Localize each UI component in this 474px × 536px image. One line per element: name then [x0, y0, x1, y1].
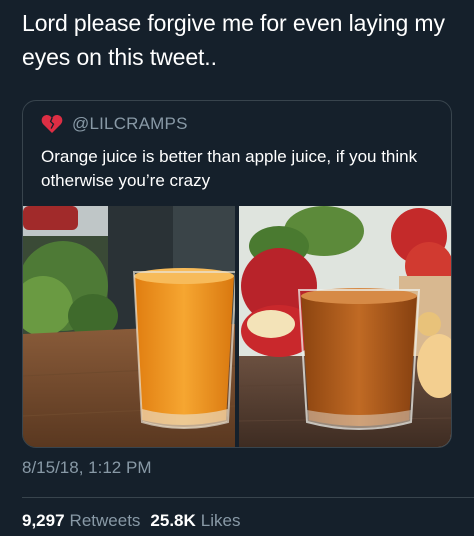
likes-label[interactable]: Likes [201, 511, 241, 531]
quoted-tweet-handle[interactable]: @LILCRAMPS [72, 114, 188, 134]
broken-heart-icon [41, 115, 63, 133]
retweets-label[interactable]: Retweets [70, 511, 141, 531]
quoted-tweet-card[interactable]: @LILCRAMPS Orange juice is better than a… [22, 100, 452, 448]
tweet-text: Lord please forgive me for even laying m… [22, 10, 445, 70]
quoted-tweet-text: Orange juice is better than apple juice,… [41, 147, 418, 190]
retweets-count[interactable]: 9,297 [22, 511, 65, 531]
likes-count[interactable]: 25.8K [150, 511, 195, 531]
apple-juice-photo[interactable] [239, 206, 451, 447]
divider [22, 497, 474, 498]
orange-juice-photo[interactable] [23, 206, 235, 447]
tweet-timestamp[interactable]: 8/15/18, 1:12 PM [22, 458, 151, 478]
quoted-tweet-header: @LILCRAMPS [41, 113, 188, 135]
tweet-stats: 9,297 Retweets 25.8K Likes [22, 511, 240, 531]
